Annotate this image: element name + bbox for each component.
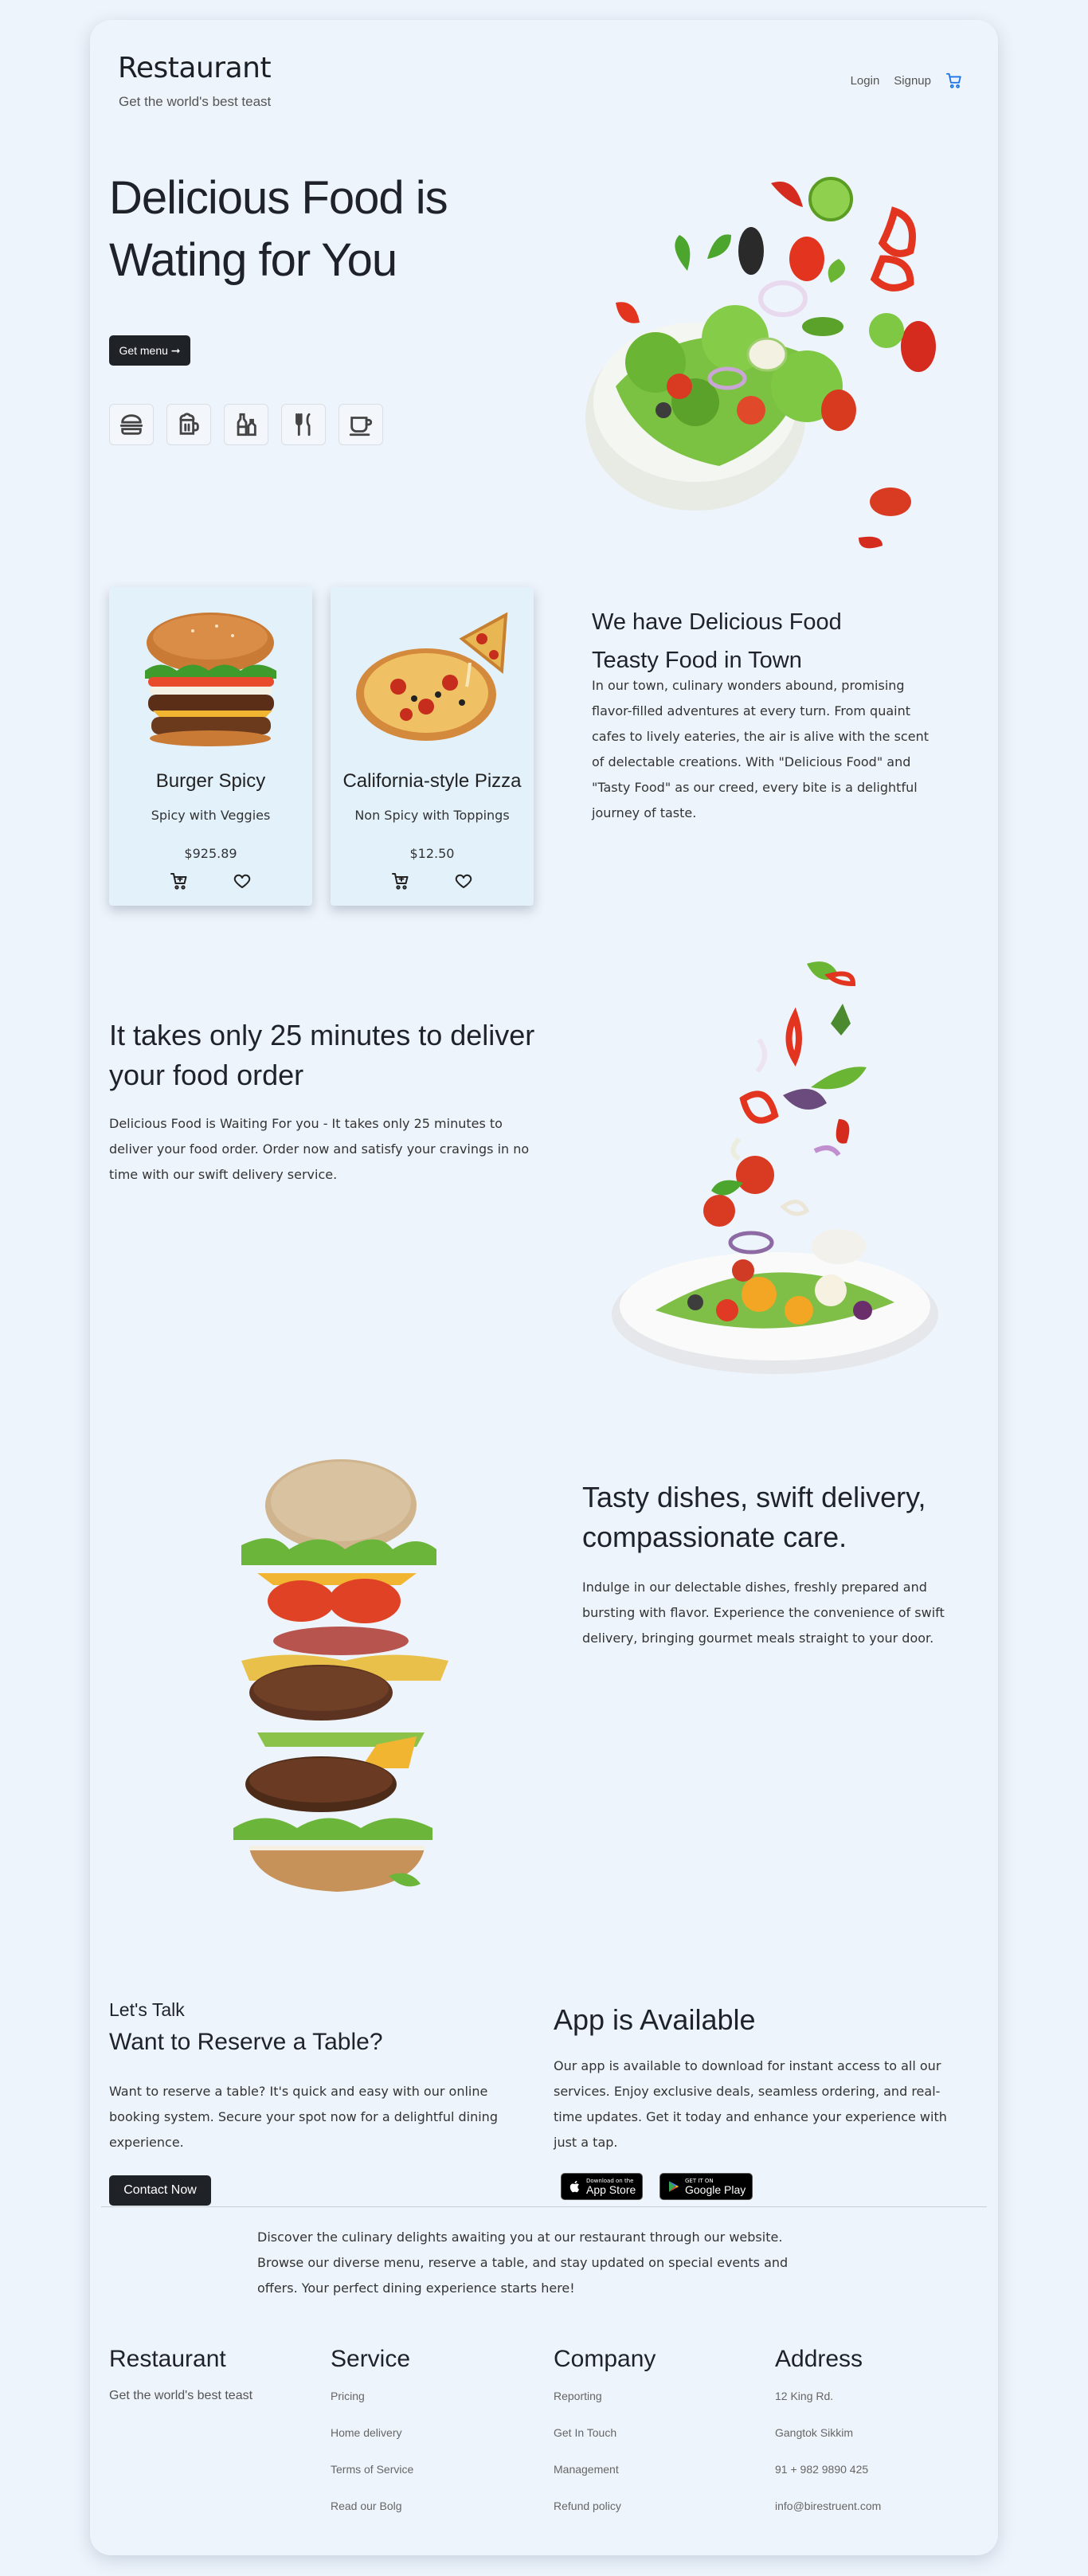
reserve-text: Want to reserve a table? It's quick and … [109,2084,498,2150]
footer-link[interactable]: Refund policy [554,2500,621,2512]
dining-category[interactable] [281,404,326,445]
login-link[interactable]: Login [851,74,880,88]
hero-title-line1: Delicious Food is [109,172,448,224]
coffee-category[interactable] [339,404,383,445]
cart-icon[interactable] [945,72,963,89]
phone-number[interactable]: 91 + 982 9890 425 [775,2463,881,2476]
top-nav: Login Signup [851,72,963,89]
brand-title[interactable]: Restaurant [118,52,272,84]
product-name: Burger Spicy [155,770,266,792]
address-line: Gangtok Sikkim [775,2426,854,2439]
drinks-category[interactable] [224,404,268,445]
product-actions [331,871,534,891]
care-heading: Tasty dishes, swift delivery, compassion… [582,1481,926,1553]
add-to-cart-icon[interactable] [391,871,410,891]
page-card: Restaurant Get the world's best teast Lo… [90,20,998,2555]
footer-link[interactable]: Terms of Service [331,2463,413,2476]
pizza-image [356,612,508,741]
app-store-button[interactable]: Download on the App Store [561,2173,644,2200]
reserve-kicker: Let's Talk [109,1999,185,2020]
footer-company-title: Company [554,2346,656,2372]
google-play-label: Google Play [685,2183,746,2196]
burger-image [145,613,276,746]
footer-service-links: Pricing Home delivery Terms of Service R… [331,2390,413,2512]
app-store-label: App Store [586,2183,636,2196]
google-play-button[interactable]: GET IT ON Google Play [659,2173,753,2200]
footer-address-lines: 12 King Rd. Gangtok Sikkim 91 + 982 9890… [775,2390,881,2512]
beer-icon [179,413,199,435]
burger-category[interactable] [109,404,154,445]
fork-knife-icon [295,413,311,437]
apple-icon [569,2180,580,2193]
email-address[interactable]: info@birestruent.com [775,2500,881,2512]
coffee-cup-icon [349,417,373,437]
hero-title: Delicious Food is Wating for You [109,167,523,292]
reserve-heading: Want to Reserve a Table? [109,2029,383,2055]
play-store-icon [669,2181,679,2192]
app-heading: App is Available [554,2003,756,2036]
delivery-heading: It takes only 25 minutes to deliver your… [109,1019,535,1091]
about-title-line1: We have Delicious Food [592,609,842,635]
beer-category[interactable] [166,404,211,445]
brand-tagline: Get the world's best teast [119,94,272,109]
footer-company-links: Reporting Get In Touch Management Refund… [554,2390,621,2512]
stacked-burger-image [233,1459,448,1892]
product-actions [109,871,312,891]
product-price: $12.50 [409,846,455,861]
footer-link[interactable]: Reporting [554,2390,621,2402]
footer-service-title: Service [331,2346,411,2372]
footer-brand[interactable]: Restaurant [109,2346,226,2373]
bottles-icon [237,413,256,437]
add-to-cart-icon[interactable] [170,871,189,891]
footer-link[interactable]: Home delivery [331,2426,413,2439]
footer-tagline: Get the world's best teast [109,2389,253,2402]
footer-address-title: Address [775,2346,863,2372]
footer-link[interactable]: Get In Touch [554,2426,621,2439]
get-menu-button[interactable]: Get menu ➞ [109,335,190,366]
app-text: Our app is available to download for ins… [554,2058,947,2150]
contact-now-button[interactable]: Contact Now [109,2175,211,2206]
salad-plate-image [612,961,938,1374]
address-line: 12 King Rd. [775,2390,834,2402]
product-description: Non Spicy with Toppings [354,808,510,823]
footer-intro: Discover the culinary delights awaiting … [257,2230,789,2296]
heart-icon[interactable] [454,871,473,891]
heart-icon[interactable] [233,871,252,891]
product-card[interactable]: California-style Pizza Non Spicy with To… [331,587,534,906]
product-name: California-style Pizza [342,770,522,792]
product-card[interactable]: Burger Spicy Spicy with Veggies $925.89 [109,587,312,906]
footer-link[interactable]: Pricing [331,2390,413,2402]
product-description: Spicy with Veggies [151,808,271,823]
footer-divider [101,2206,987,2207]
care-text: Indulge in our delectable dishes, freshl… [582,1580,945,1646]
hero-title-line2: Wating for You [109,234,397,286]
salad-bowl-image [585,177,936,549]
burger-icon [119,414,143,435]
footer-link[interactable]: Read our Bolg [331,2500,413,2512]
delivery-text: Delicious Food is Waiting For you - It t… [109,1116,530,1182]
about-heading: We have Delicious Food Teasty Food in To… [592,603,842,679]
product-price: $925.89 [184,846,237,861]
signup-link[interactable]: Signup [894,74,931,88]
about-text: In our town, culinary wonders abound, pr… [592,678,929,820]
category-icons [109,404,383,445]
footer-link[interactable]: Management [554,2463,621,2476]
